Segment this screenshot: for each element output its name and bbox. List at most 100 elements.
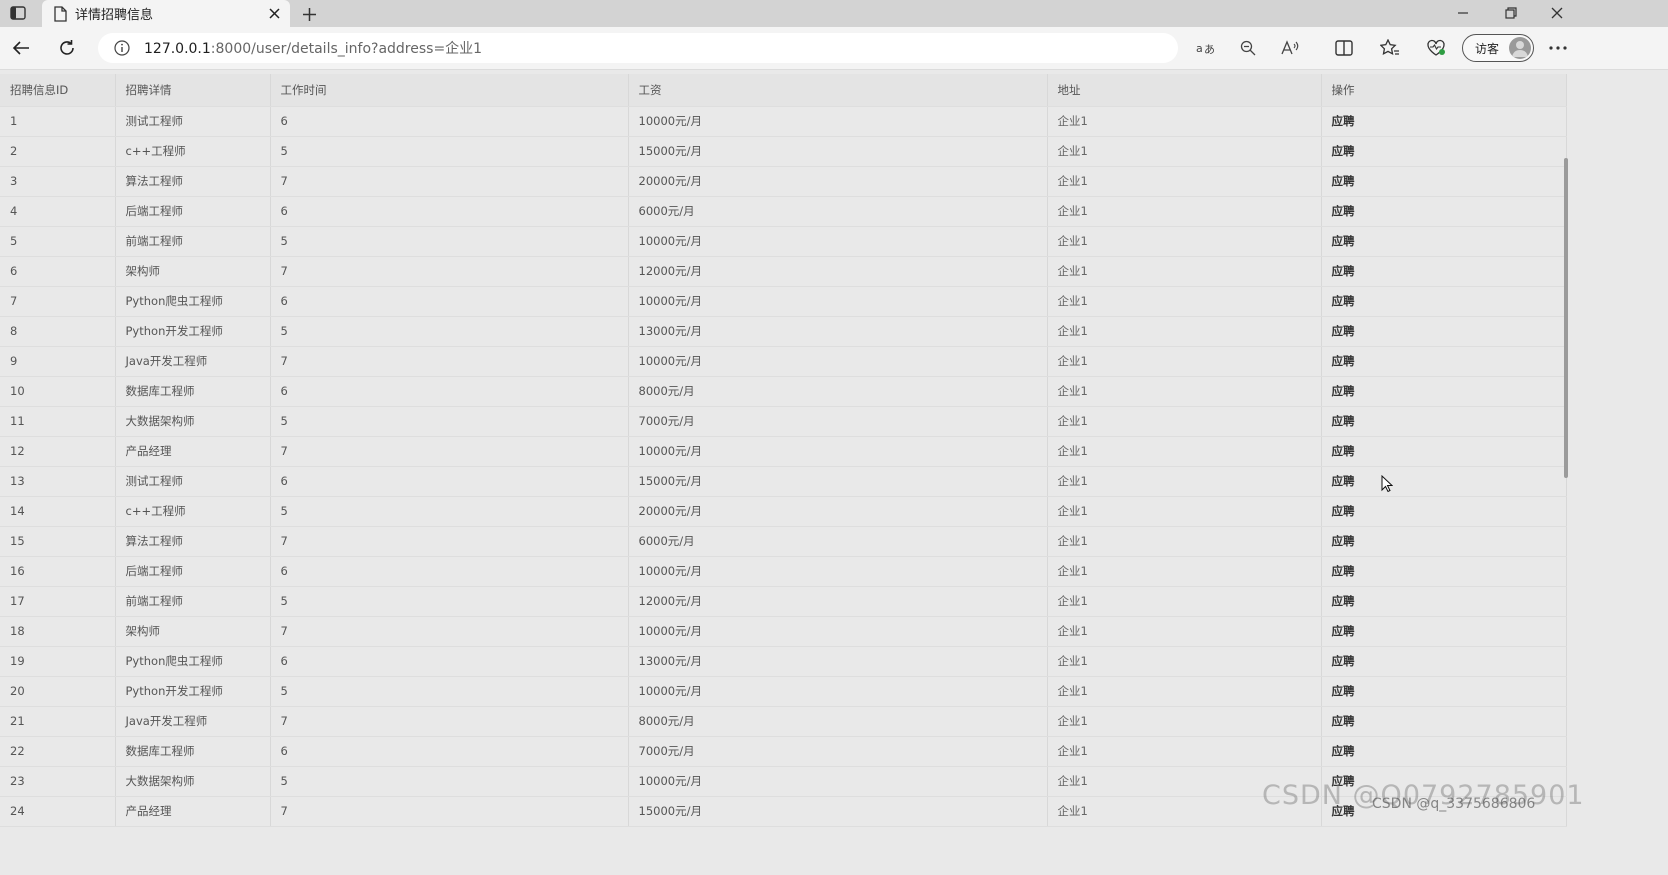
apply-button[interactable]: 应聘 (1321, 706, 1567, 737)
star-list-icon (1380, 39, 1399, 56)
favorites-button[interactable] (1377, 36, 1403, 60)
restore-button[interactable] (1500, 3, 1522, 23)
cell-id: 17 (0, 586, 116, 617)
apply-button[interactable]: 应聘 (1321, 166, 1567, 197)
apply-button[interactable]: 应聘 (1321, 256, 1567, 287)
cell-detail: 大数据架构师 (115, 766, 271, 797)
cell-detail: 架构师 (115, 256, 271, 287)
apply-button[interactable]: 应聘 (1321, 436, 1567, 467)
apply-button[interactable]: 应聘 (1321, 736, 1567, 767)
cell-id: 3 (0, 166, 116, 197)
apply-button[interactable]: 应聘 (1321, 466, 1567, 497)
address-bar[interactable]: 127.0.0.1:8000/user/details_info?address… (98, 33, 1299, 63)
apply-button[interactable]: 应聘 (1321, 226, 1567, 257)
table-row: 3 算法工程师 7 20000元/月 企业1 应聘 (0, 166, 1567, 197)
cell-address[interactable]: 企业1 (1047, 676, 1322, 707)
apply-button[interactable]: 应聘 (1321, 346, 1567, 377)
more-icon (1549, 46, 1567, 50)
cell-detail: Python爬虫工程师 (115, 286, 271, 317)
settings-more-button[interactable] (1545, 36, 1571, 60)
cell-id: 16 (0, 556, 116, 587)
refresh-button[interactable] (54, 36, 80, 60)
restore-icon (1505, 7, 1517, 19)
table-row: 21 Java开发工程师 7 8000元/月 企业1 应聘 (0, 706, 1567, 737)
cell-salary: 10000元/月 (628, 436, 1048, 467)
cell-address[interactable]: 企业1 (1047, 586, 1322, 617)
browser-essentials-button[interactable] (1423, 36, 1449, 60)
job-table: 招聘信息ID 招聘详情 工作时间 工资 地址 操作 1 测试工程师 6 10000元/… (0, 74, 1567, 827)
apply-button[interactable]: 应聘 (1321, 196, 1567, 227)
apply-button[interactable]: 应聘 (1321, 406, 1567, 437)
window-close-button[interactable] (1546, 3, 1568, 23)
apply-button[interactable]: 应聘 (1321, 616, 1567, 647)
cell-address[interactable]: 企业1 (1047, 166, 1322, 197)
back-button[interactable] (8, 36, 34, 60)
cell-detail: 产品经理 (115, 796, 271, 827)
sidebar-icon (10, 6, 26, 20)
apply-button[interactable]: 应聘 (1321, 376, 1567, 407)
cell-address[interactable]: 企业1 (1047, 616, 1322, 647)
table-row: 22 数据库工程师 6 7000元/月 企业1 应聘 (0, 736, 1567, 767)
scrollbar-thumb[interactable] (1564, 158, 1568, 478)
table-body: 1 测试工程师 6 10000元/月 企业1 应聘 2 c++工程师 5 15000元/月 企业1 应… (0, 106, 1567, 827)
cell-address[interactable]: 企业1 (1047, 526, 1322, 557)
apply-button[interactable]: 应聘 (1321, 676, 1567, 707)
cell-work-time: 7 (270, 616, 629, 647)
cell-address[interactable]: 企业1 (1047, 376, 1322, 407)
tab-close-button[interactable] (264, 4, 284, 24)
cell-salary: 8000元/月 (628, 706, 1048, 737)
cell-address[interactable]: 企业1 (1047, 736, 1322, 767)
apply-button[interactable]: 应聘 (1321, 316, 1567, 347)
browser-tab[interactable]: 详情招聘信息 (42, 0, 290, 27)
table-row: 6 架构师 7 12000元/月 企业1 应聘 (0, 256, 1567, 287)
cell-address[interactable]: 企业1 (1047, 646, 1322, 677)
cell-address[interactable]: 企业1 (1047, 136, 1322, 167)
tab-actions-button[interactable] (8, 4, 28, 22)
avatar (1509, 37, 1531, 59)
apply-button[interactable]: 应聘 (1321, 526, 1567, 557)
cell-salary: 10000元/月 (628, 766, 1048, 797)
cell-address[interactable]: 企业1 (1047, 346, 1322, 377)
zoom-button[interactable] (1236, 36, 1260, 60)
cell-address[interactable]: 企业1 (1047, 706, 1322, 737)
cell-address[interactable]: 企业1 (1047, 556, 1322, 587)
cell-salary: 10000元/月 (628, 616, 1048, 647)
url-text[interactable]: 127.0.0.1:8000/user/details_info?address… (144, 38, 482, 58)
cell-work-time: 5 (270, 316, 629, 347)
apply-button[interactable]: 应聘 (1321, 556, 1567, 587)
cell-address[interactable]: 企业1 (1047, 496, 1322, 527)
cell-salary: 10000元/月 (628, 286, 1048, 317)
profile-button[interactable]: 访客 (1462, 34, 1534, 62)
cell-address[interactable]: 企业1 (1047, 466, 1322, 497)
translate-button[interactable]: aあ (1194, 36, 1218, 60)
cell-detail: 测试工程师 (115, 466, 271, 497)
cell-address[interactable]: 企业1 (1047, 106, 1322, 137)
cell-address[interactable]: 企业1 (1047, 406, 1322, 437)
apply-button[interactable]: 应聘 (1321, 586, 1567, 617)
cell-address[interactable]: 企业1 (1047, 316, 1322, 347)
apply-button[interactable]: 应聘 (1321, 106, 1567, 137)
cell-address[interactable]: 企业1 (1047, 286, 1322, 317)
info-icon[interactable] (114, 40, 130, 56)
cell-salary: 13000元/月 (628, 646, 1048, 677)
cell-salary: 10000元/月 (628, 676, 1048, 707)
apply-button[interactable]: 应聘 (1321, 496, 1567, 527)
cell-address[interactable]: 企业1 (1047, 196, 1322, 227)
read-aloud-button[interactable] (1278, 36, 1302, 60)
cell-detail: Java开发工程师 (115, 706, 271, 737)
table-row: 12 产品经理 7 10000元/月 企业1 应聘 (0, 436, 1567, 467)
apply-button[interactable]: 应聘 (1321, 286, 1567, 317)
cell-id: 21 (0, 706, 116, 737)
svg-text:a: a (1196, 42, 1203, 55)
split-screen-button[interactable] (1331, 36, 1357, 60)
apply-button[interactable]: 应聘 (1321, 136, 1567, 167)
cell-work-time: 6 (270, 736, 629, 767)
new-tab-button[interactable] (298, 3, 320, 25)
cell-address[interactable]: 企业1 (1047, 256, 1322, 287)
cell-address[interactable]: 企业1 (1047, 436, 1322, 467)
cell-salary: 12000元/月 (628, 586, 1048, 617)
cell-detail: 算法工程师 (115, 166, 271, 197)
minimize-button[interactable] (1452, 3, 1474, 23)
apply-button[interactable]: 应聘 (1321, 646, 1567, 677)
cell-address[interactable]: 企业1 (1047, 226, 1322, 257)
